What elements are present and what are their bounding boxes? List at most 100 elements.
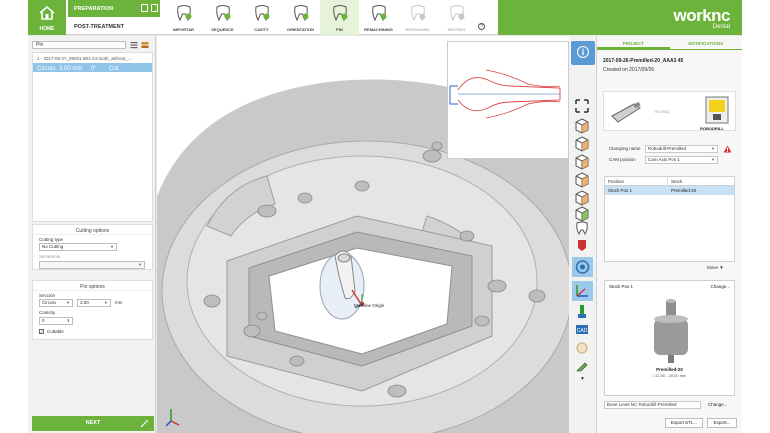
table-header: Position Stock xyxy=(605,177,734,186)
tree-item[interactable]: 1 - 2017-05-27_09001-881-24-tooth_withou… xyxy=(33,53,152,63)
conicity-value: 0 xyxy=(42,318,45,323)
step-remachining[interactable]: REMACHINING xyxy=(359,0,398,35)
view-front-icon[interactable] xyxy=(574,118,590,134)
tab-notifications[interactable]: NOTIFICATIONS xyxy=(670,41,743,49)
pencil-icon[interactable] xyxy=(574,358,590,374)
magic-wand-icon xyxy=(140,419,149,428)
stage-preparation[interactable]: PREPARATION xyxy=(68,0,160,17)
stock-table: Position Stock Stock Pos 1 Premilled-20 xyxy=(604,176,735,262)
view-right-icon[interactable] xyxy=(574,172,590,188)
save-icon[interactable] xyxy=(141,4,148,12)
tooth-icon xyxy=(372,5,387,21)
sequence-select[interactable]: ▼ xyxy=(39,261,145,269)
pin-options-title: Pin options xyxy=(33,281,152,291)
section-value: Circulo xyxy=(42,300,57,305)
home-button[interactable]: HOME xyxy=(28,0,66,35)
step-label: ORIENTATION xyxy=(287,27,314,32)
help-icon[interactable]: ? xyxy=(478,23,485,30)
chevron-down-icon: ▼ xyxy=(66,300,70,305)
right-panel: PROJECT NOTIFICATIONS 2017-09-26-Premill… xyxy=(597,36,742,433)
cad-icon[interactable]: CAD xyxy=(574,322,590,338)
pin-row-selected[interactable]: Circulo 3.00 mm 0° Cut xyxy=(33,63,152,72)
top-bar: HOME PREPARATION POST-TREATMENT IMPORTAR… xyxy=(28,0,742,35)
clamping-value: Robodrill-Premilled xyxy=(648,146,687,151)
step-sequence[interactable]: SEQUENCE xyxy=(203,0,242,35)
pin-view-icon[interactable] xyxy=(574,304,590,320)
pin-row-angle: 0° xyxy=(91,66,97,72)
chevron-down-icon: ▼ xyxy=(110,244,114,249)
step-importar[interactable]: IMPORTAR xyxy=(164,0,203,35)
cam-position-value: Cam Axis Pos 1 xyxy=(648,157,680,162)
brand-banner: worknc Dental xyxy=(498,0,742,35)
cutting-type-select[interactable]: No Cutting ▼ xyxy=(39,243,117,251)
col-position: Position xyxy=(605,177,668,185)
warning-icon[interactable] xyxy=(723,145,732,153)
export-stl-button[interactable]: Export STL... xyxy=(665,418,703,428)
size-unit: mm xyxy=(115,300,123,305)
move-button[interactable]: Move ▼ xyxy=(707,265,724,270)
step-label: REMACHINING xyxy=(364,27,393,32)
cutting-options-title: Cutting options xyxy=(33,225,152,235)
pin-tool-icon[interactable] xyxy=(141,41,149,49)
pin-row-cut: Cut xyxy=(109,66,119,72)
tooth-view-icon[interactable] xyxy=(574,220,590,236)
pin-tree: 1 - 2017-05-27_09001-881-24-tooth_withou… xyxy=(32,52,153,222)
cell-position: Stock Pos 1 xyxy=(605,186,668,195)
section-select[interactable]: Circulo ▼ xyxy=(39,299,73,307)
cuttable-checkbox[interactable]: ✓ xyxy=(39,329,44,334)
scroll-down-icon[interactable]: ▼ xyxy=(580,376,585,382)
stock-change-button[interactable]: Change... xyxy=(710,284,730,289)
cuttable-label: Cuttable xyxy=(47,329,64,334)
step-label: IMPORTAR xyxy=(172,27,195,32)
target-view-button[interactable] xyxy=(572,257,593,277)
3d-viewport[interactable]: Machine Origin xyxy=(157,36,569,433)
export-button[interactable]: Export... xyxy=(707,418,737,428)
view-toolbar: i CAD ▼ xyxy=(569,36,597,433)
step-orientation[interactable]: ORIENTATION xyxy=(281,0,320,35)
section-preview[interactable] xyxy=(447,41,569,159)
machine-card[interactable]: TECHNIQ ROBODRILL xyxy=(603,91,736,131)
workflow-steps: IMPORTAR SEQUENCE CAVITY ORIENTATION PIN REMA… xyxy=(164,0,476,35)
step-cavity[interactable]: CAVITY xyxy=(242,0,281,35)
shade-icon[interactable] xyxy=(574,237,590,253)
cutting-type-label: Cutting type xyxy=(39,237,64,242)
step-engraving: ENGRAVING xyxy=(398,0,437,35)
stage-post-treatment[interactable]: POST-TREATMENT xyxy=(68,18,160,35)
material-icon[interactable] xyxy=(574,340,590,356)
pin-search-input[interactable]: Pin xyxy=(32,41,126,49)
fit-view-icon[interactable] xyxy=(574,98,590,114)
chevron-down-icon: ▼ xyxy=(104,300,108,305)
next-button[interactable]: NEXT xyxy=(32,416,154,431)
list-icon[interactable] xyxy=(130,41,138,49)
chevron-down-icon: ▼ xyxy=(719,265,724,270)
conicity-stepper[interactable]: 0 ⬍ xyxy=(39,317,73,325)
machine-name: ROBODRILL xyxy=(700,126,724,131)
cam-position-select[interactable]: Cam Axis Pos 1 ▼ xyxy=(645,156,718,164)
home-icon xyxy=(39,5,55,20)
sequence-label: Secuencia xyxy=(39,254,61,259)
implant-field[interactable]: Bone Level NC Robodrill-Premilled xyxy=(604,401,701,409)
step-pin[interactable]: PIN xyxy=(320,0,359,35)
next-label: NEXT xyxy=(85,420,101,426)
tab-project[interactable]: PROJECT xyxy=(597,41,670,49)
view-back-icon[interactable] xyxy=(574,136,590,152)
export-icon[interactable] xyxy=(151,4,158,12)
view-top-icon[interactable] xyxy=(574,190,590,206)
table-row[interactable]: Stock Pos 1 Premilled-20 xyxy=(605,186,734,195)
implant-change-button[interactable]: Change... xyxy=(708,402,728,407)
step-nesting: NESTING xyxy=(437,0,476,35)
axis-view-button[interactable] xyxy=(572,281,593,301)
cell-stock: Premilled-20 xyxy=(671,188,697,193)
stock-preview xyxy=(654,299,688,363)
conicity-label: Conicity xyxy=(39,310,56,315)
tooth-icon xyxy=(294,5,309,21)
view-left-icon[interactable] xyxy=(574,154,590,170)
clamping-select[interactable]: Robodrill-Premilled ▼ xyxy=(645,145,718,153)
col-stock: Stock xyxy=(671,179,683,184)
size-select[interactable]: 3.00 ▼ xyxy=(77,299,111,307)
project-name: 2017-09-26-Premilled-20_AAA3 45 xyxy=(603,58,684,64)
panel-tabs: PROJECT NOTIFICATIONS xyxy=(597,41,742,50)
cam-position-label: CAM position xyxy=(609,157,636,162)
step-label: PIN xyxy=(336,27,343,32)
info-button[interactable]: i xyxy=(571,41,595,65)
